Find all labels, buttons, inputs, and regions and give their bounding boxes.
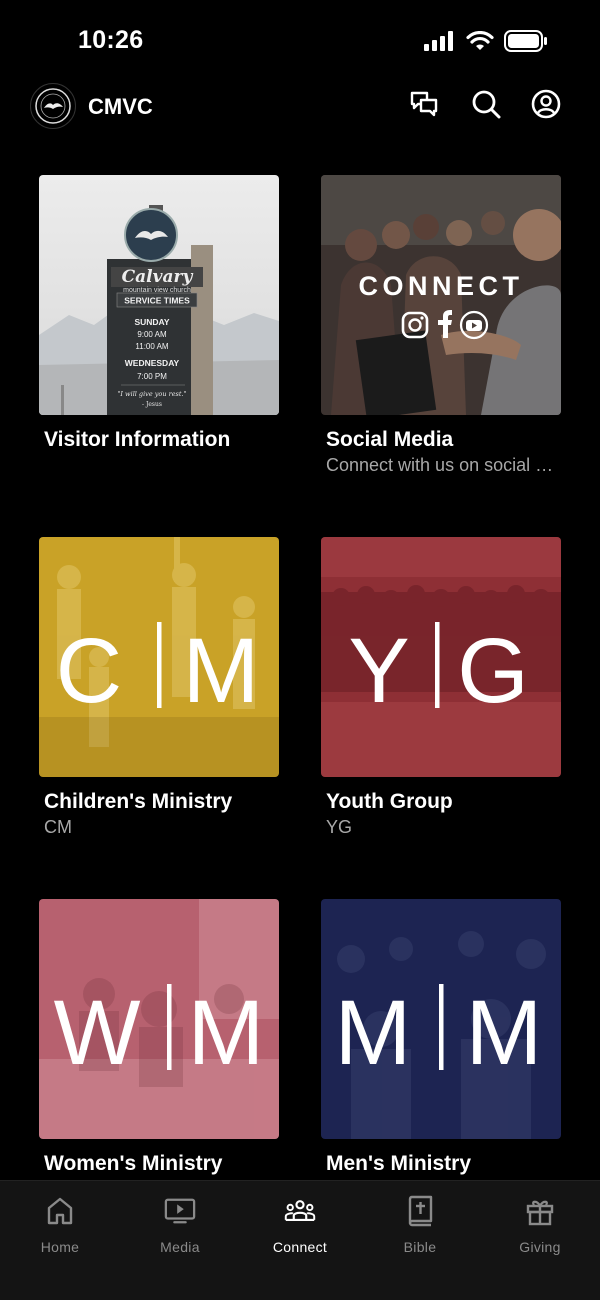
card-subtitle: CM bbox=[44, 817, 72, 837]
monogram-right: M bbox=[183, 620, 260, 722]
tab-label: Media bbox=[160, 1239, 200, 1255]
monogram-right: M bbox=[466, 982, 543, 1084]
card-mens-ministry[interactable]: M M Men's Ministry MM bbox=[321, 899, 561, 1180]
cellular-signal-icon bbox=[424, 31, 456, 56]
monogram-right: M bbox=[188, 982, 265, 1084]
status-icons bbox=[424, 30, 548, 57]
chat-icon bbox=[409, 90, 439, 123]
home-icon bbox=[44, 1195, 76, 1227]
card-subtitle: Connect with us on social media bbox=[326, 455, 561, 475]
connect-grid[interactable]: Calvary mountain view church SERVICE TIM… bbox=[0, 136, 600, 1180]
search-button[interactable] bbox=[470, 90, 502, 122]
tab-label: Giving bbox=[519, 1239, 561, 1255]
tab-label: Home bbox=[40, 1239, 80, 1255]
profile-button[interactable] bbox=[530, 89, 562, 124]
card-title: Visitor Information bbox=[44, 428, 231, 451]
sign-line-2: 11:00 AM bbox=[135, 342, 169, 351]
sign-line-1: 9:00 AM bbox=[137, 330, 167, 339]
card-title: Youth Group bbox=[326, 790, 453, 813]
tab-giving[interactable]: Giving bbox=[480, 1195, 600, 1255]
tab-home[interactable]: Home bbox=[0, 1195, 120, 1255]
card-image: C M bbox=[39, 537, 279, 777]
monogram-left: M bbox=[335, 982, 412, 1084]
media-icon bbox=[164, 1195, 196, 1227]
wifi-icon bbox=[466, 30, 494, 56]
sign-quote: "I will give you rest." bbox=[117, 390, 186, 398]
card-title: Women's Ministry bbox=[44, 1152, 223, 1175]
tab-connect[interactable]: Connect bbox=[240, 1195, 360, 1255]
card-image: W M bbox=[39, 899, 279, 1139]
card-youth-group[interactable]: Y G Youth Group YG bbox=[321, 537, 561, 837]
sign-heading: SERVICE TIMES bbox=[124, 296, 190, 306]
tile-overlay-text: CONNECT bbox=[359, 271, 524, 301]
sign-line-0: SUNDAY bbox=[134, 317, 169, 327]
app-title: CMVC bbox=[88, 94, 153, 119]
card-title: Men's Ministry bbox=[326, 1152, 472, 1175]
card-image: CONNECT bbox=[321, 175, 561, 415]
monogram-left: Y bbox=[348, 620, 409, 722]
app-header: CMVC bbox=[0, 80, 600, 136]
card-social-media[interactable]: CONNECT Social Media Connect with us on … bbox=[321, 175, 561, 475]
monogram-left: W bbox=[54, 982, 141, 1084]
sign-line-3: WEDNESDAY bbox=[125, 358, 180, 368]
battery-icon bbox=[504, 30, 548, 57]
monogram-left: C bbox=[56, 620, 122, 722]
card-image: Y G bbox=[321, 537, 561, 777]
tab-label: Connect bbox=[272, 1239, 328, 1255]
bible-icon bbox=[404, 1195, 436, 1227]
card-title: Social Media bbox=[326, 428, 454, 451]
tab-label: Bible bbox=[403, 1239, 437, 1255]
sign-cite: - Jesus bbox=[142, 401, 162, 408]
tab-media[interactable]: Media bbox=[120, 1195, 240, 1255]
church-logo-icon[interactable] bbox=[30, 83, 76, 129]
card-title: Children's Ministry bbox=[44, 790, 233, 813]
connect-icon bbox=[284, 1195, 316, 1227]
status-time: 10:26 bbox=[78, 26, 144, 54]
status-bar: 10:26 bbox=[0, 0, 600, 80]
tab-bible[interactable]: Bible bbox=[360, 1195, 480, 1255]
profile-icon bbox=[531, 89, 561, 124]
card-childrens-ministry[interactable]: C M Children's Ministry CM bbox=[39, 537, 279, 837]
chat-button[interactable] bbox=[408, 90, 440, 122]
sign-line-4: 7:00 PM bbox=[137, 372, 167, 381]
card-image: M M bbox=[321, 899, 561, 1139]
sign-brand: Calvary bbox=[122, 267, 194, 287]
card-image: Calvary mountain view church SERVICE TIM… bbox=[39, 175, 279, 415]
search-icon bbox=[471, 89, 501, 124]
giving-icon bbox=[524, 1195, 556, 1227]
bottom-tab-bar: Home Media Connect Bible Giving bbox=[0, 1180, 600, 1300]
card-visitor-information[interactable]: Calvary mountain view church SERVICE TIM… bbox=[39, 175, 279, 451]
card-subtitle: YG bbox=[326, 817, 353, 837]
monogram-right: G bbox=[457, 620, 529, 722]
card-womens-ministry[interactable]: W M Women's Ministry WM bbox=[39, 899, 279, 1180]
